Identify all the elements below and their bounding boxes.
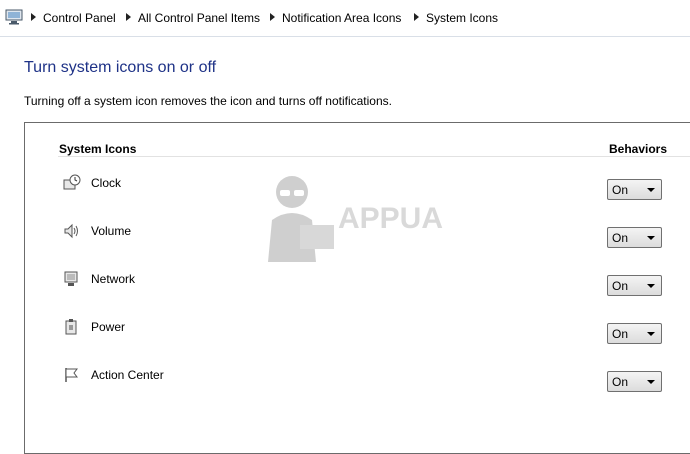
chevron-down-icon bbox=[647, 236, 655, 240]
breadcrumb-item-notification-area-icons[interactable]: Notification Area Icons bbox=[282, 11, 401, 25]
svg-text:APPUALS: APPUALS bbox=[338, 202, 445, 235]
page-title: Turn system icons on or off bbox=[24, 59, 217, 76]
row-label-action-center: Action Center bbox=[91, 368, 164, 382]
breadcrumb-item-all-items[interactable]: All Control Panel Items bbox=[138, 11, 260, 25]
column-header-system-icons: System Icons bbox=[59, 142, 137, 156]
chevron-right-icon[interactable] bbox=[270, 13, 275, 21]
chevron-down-icon bbox=[647, 284, 655, 288]
appuals-watermark-logo: APPUALS bbox=[268, 176, 445, 262]
breadcrumb-item-system-icons[interactable]: System Icons bbox=[426, 11, 498, 25]
row-label-volume: Volume bbox=[91, 224, 132, 238]
chevron-right-icon bbox=[31, 13, 36, 21]
dropdown-value: On bbox=[612, 375, 629, 389]
action-center-behavior-dropdown[interactable]: On bbox=[607, 371, 662, 392]
row-label-power: Power bbox=[91, 320, 126, 334]
network-icon bbox=[64, 271, 78, 286]
chevron-down-icon bbox=[647, 380, 655, 384]
header-divider bbox=[58, 156, 690, 157]
page-description: Turning off a system icon removes the ic… bbox=[24, 94, 392, 108]
dropdown-value: On bbox=[612, 231, 629, 245]
flag-icon bbox=[65, 368, 78, 382]
chevron-right-icon[interactable] bbox=[126, 13, 131, 21]
breadcrumb: Control Panel All Control Panel Items No… bbox=[0, 0, 690, 37]
power-behavior-dropdown[interactable]: On bbox=[607, 323, 662, 344]
volume-behavior-dropdown[interactable]: On bbox=[607, 227, 662, 248]
chevron-down-icon bbox=[647, 332, 655, 336]
chevron-right-icon[interactable] bbox=[414, 13, 419, 21]
clock-icon bbox=[63, 174, 81, 190]
network-behavior-dropdown[interactable]: On bbox=[607, 275, 662, 296]
dropdown-value: On bbox=[612, 279, 629, 293]
volume-icon bbox=[64, 223, 78, 239]
power-icon bbox=[65, 319, 77, 335]
breadcrumb-item-control-panel[interactable]: Control Panel bbox=[43, 11, 116, 25]
column-header-behaviors: Behaviors bbox=[609, 142, 668, 156]
dropdown-value: On bbox=[612, 183, 629, 197]
clock-behavior-dropdown[interactable]: On bbox=[607, 179, 662, 200]
row-label-clock: Clock bbox=[91, 176, 122, 190]
chevron-down-icon bbox=[647, 188, 655, 192]
row-label-network: Network bbox=[91, 272, 136, 286]
control-panel-icon[interactable] bbox=[5, 9, 23, 25]
dropdown-value: On bbox=[612, 327, 629, 341]
